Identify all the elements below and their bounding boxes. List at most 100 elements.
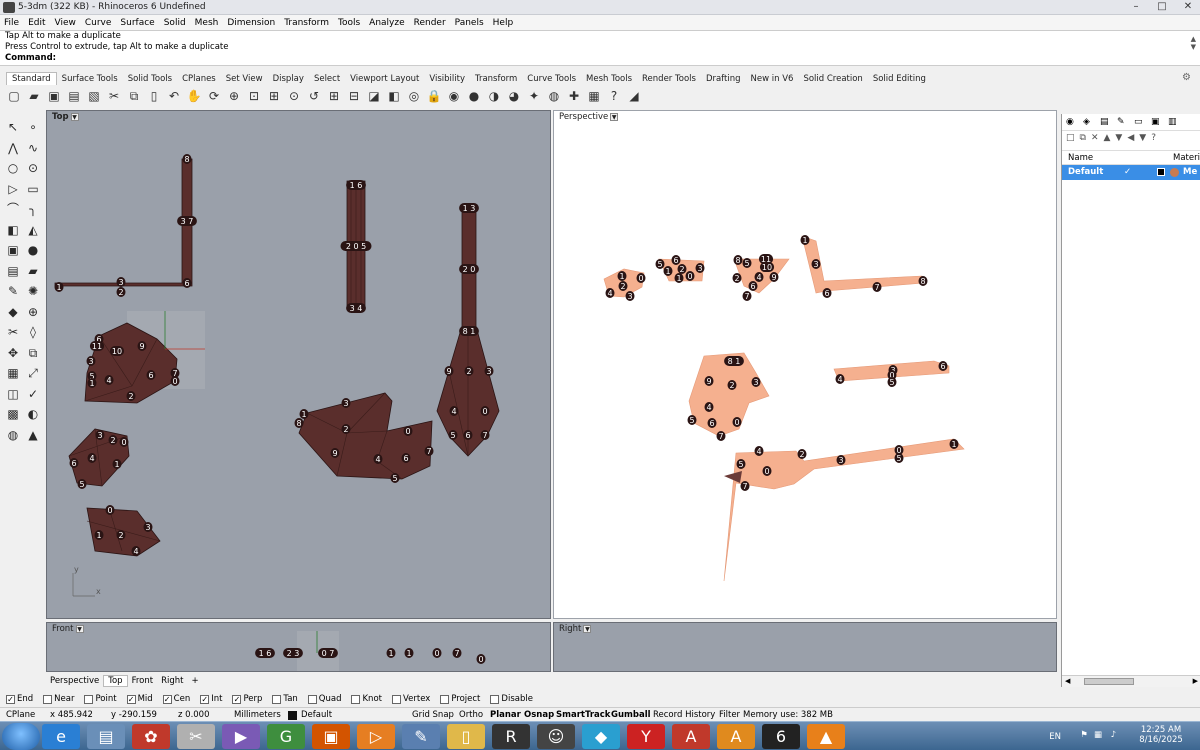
curve-tool-icon[interactable]: ∿ [24, 139, 42, 157]
box-tool-icon[interactable]: ▣ [4, 241, 22, 259]
viewport-menu-icon[interactable]: ▼ [583, 625, 592, 633]
osnap-vertex[interactable]: Vertex [391, 694, 430, 704]
flower-app-icon[interactable]: ✿ [132, 724, 170, 749]
archicad-icon[interactable]: A [717, 724, 755, 749]
toolbar-tab[interactable]: Standard [6, 72, 57, 85]
gumball-toggle[interactable]: Gumball [611, 710, 651, 720]
viewport-header[interactable]: Right ▼ [554, 623, 592, 635]
menu-item[interactable]: Dimension [227, 18, 275, 28]
menu-item[interactable]: Mesh [195, 18, 219, 28]
osnap-point[interactable]: Point [84, 694, 117, 704]
rhino6-icon[interactable]: 6 [762, 724, 800, 749]
layer-icon[interactable]: ◧ [386, 88, 402, 104]
scale-tool-icon[interactable]: ⤢ [24, 364, 42, 382]
current-layer[interactable]: Default [301, 710, 332, 720]
menu-item[interactable]: Tools [338, 18, 360, 28]
material-icon[interactable]: ◕ [506, 88, 522, 104]
language-indicator[interactable]: EN [1049, 732, 1061, 742]
check-tool-icon[interactable]: ◐ [24, 405, 42, 423]
viewport-title[interactable]: Front [52, 623, 74, 635]
toolbar-tab[interactable]: Mesh Tools [581, 73, 637, 85]
toolbar-tab[interactable]: Solid Creation [798, 73, 867, 85]
light-icon[interactable]: ◎ [406, 88, 422, 104]
toolbar-tab[interactable]: Solid Editing [868, 73, 931, 85]
toolbar-tab[interactable]: Drafting [701, 73, 746, 85]
toolbar-tab[interactable]: CPlanes [177, 73, 221, 85]
osnap-perp[interactable]: ✓ Perp [232, 694, 262, 704]
toolbar-tab[interactable]: Solid Tools [123, 73, 177, 85]
panel-scrollbar[interactable]: ◀ ▶ [1062, 675, 1200, 687]
toolbar-tab[interactable]: Transform [470, 73, 522, 85]
explorer-icon[interactable]: ▤ [87, 724, 125, 749]
toolbar-tab[interactable]: Visibility [424, 73, 470, 85]
viewport-tab[interactable]: Top [103, 675, 128, 687]
viewport-tab[interactable]: Front [128, 676, 158, 686]
split-tool-icon[interactable]: ◊ [24, 323, 42, 341]
circle-tool-icon[interactable]: ○ [4, 159, 22, 177]
properties-icon[interactable]: ◉ [446, 88, 462, 104]
viewport-front[interactable]: 1 6 2 3 0 7 1 1 0 7 0 Front ▼ [46, 622, 551, 672]
toolbar-tab[interactable]: Display [268, 73, 309, 85]
osnap-toggle[interactable]: Osnap [524, 710, 554, 720]
shield-icon[interactable]: ◈ [1083, 116, 1095, 128]
layer-name[interactable]: Default [1068, 167, 1103, 177]
rectangle-tool-icon[interactable]: ▭ [24, 180, 42, 198]
move-tool-icon[interactable]: ✥ [4, 344, 22, 362]
current-check-icon[interactable]: ✓ [1124, 167, 1131, 177]
boolean-tool-icon[interactable]: ◆ [4, 303, 22, 321]
layer-color-swatch[interactable] [1157, 168, 1165, 176]
checkbox[interactable] [391, 694, 401, 704]
join-tool-icon[interactable]: ⊕ [24, 303, 42, 321]
filter-toggle[interactable]: Filter [719, 710, 740, 720]
units-label[interactable]: Millimeters [234, 710, 281, 720]
viewport-title[interactable]: Top [52, 111, 69, 123]
viewport-top[interactable]: 83 713261 62 0 53 41 32 08 1 9 2 3 4 0 5 6 7 6 11 1… [46, 110, 551, 619]
close-button[interactable]: ✕ [1180, 1, 1196, 13]
viewport-menu-icon[interactable]: ▼ [70, 113, 79, 121]
ortho-toggle[interactable]: Ortho [459, 710, 483, 720]
layers-icon[interactable]: ▤ [1100, 116, 1112, 128]
command-prompt[interactable]: Command: [0, 53, 1200, 64]
grid-snap-toggle[interactable]: Grid Snap [412, 710, 454, 720]
shaded-icon[interactable]: ● [466, 88, 482, 104]
paste-icon[interactable]: ▯ [146, 88, 162, 104]
explode-tool-icon[interactable]: ✺ [24, 282, 42, 300]
menu-item[interactable]: Render [414, 18, 446, 28]
help-icon[interactable]: ? [1151, 133, 1156, 145]
checkbox[interactable]: ✓ [6, 694, 15, 704]
checkbox[interactable] [351, 694, 361, 704]
volume-icon[interactable]: ♪ [1111, 730, 1116, 740]
viewport-header[interactable]: Perspective ▼ [554, 111, 619, 123]
viewport-header[interactable]: Top ▼ [47, 111, 79, 123]
osnap-quad[interactable]: Quad [307, 694, 341, 704]
gear-icon[interactable]: ⚙ [1177, 71, 1196, 84]
move-down-icon[interactable]: ▼ [1115, 133, 1122, 145]
column-material[interactable]: Materi [1173, 153, 1200, 163]
ie-icon[interactable]: e [42, 724, 80, 749]
toolbar-tab[interactable]: Set View [221, 73, 268, 85]
move-up-icon[interactable]: ▲ [1104, 133, 1111, 145]
vlc-icon[interactable]: ▲ [807, 724, 845, 749]
front-view-canvas[interactable]: 1 6 2 3 0 7 1 1 0 7 0 [47, 623, 551, 672]
osnap-cen[interactable]: ✓ Cen [162, 694, 190, 704]
top-view-canvas[interactable]: 83 713261 62 0 53 41 32 08 19 2 34 05 6 76111… [47, 111, 551, 619]
command-scroll-icon[interactable]: ▲ ▼ [1191, 35, 1196, 51]
osnap-tan[interactable]: Tan [272, 694, 298, 704]
checkbox[interactable] [43, 694, 53, 704]
runner-icon[interactable]: ☺ [537, 724, 575, 749]
osnap-near[interactable]: Near [43, 694, 74, 704]
view-icon[interactable]: ◪ [366, 88, 382, 104]
viewport-title[interactable]: Perspective [559, 111, 608, 123]
zoom-window-icon[interactable]: ⊡ [246, 88, 262, 104]
planar-toggle[interactable]: Planar [490, 710, 521, 720]
environment-icon[interactable]: ◍ [546, 88, 562, 104]
minimize-button[interactable]: – [1128, 1, 1144, 13]
viewport-title[interactable]: Right [559, 623, 581, 635]
new-layer-icon[interactable]: □ [1066, 133, 1075, 145]
mesh-tool-icon[interactable]: ▩ [4, 405, 22, 423]
osnap-disable[interactable]: Disable [490, 694, 533, 704]
osnap-end[interactable]: ✓ End [6, 694, 33, 704]
osnap-project[interactable]: Project [440, 694, 480, 704]
polyline-tool-icon[interactable]: ⋀ [4, 139, 22, 157]
save-icon[interactable]: ▣ [46, 88, 62, 104]
